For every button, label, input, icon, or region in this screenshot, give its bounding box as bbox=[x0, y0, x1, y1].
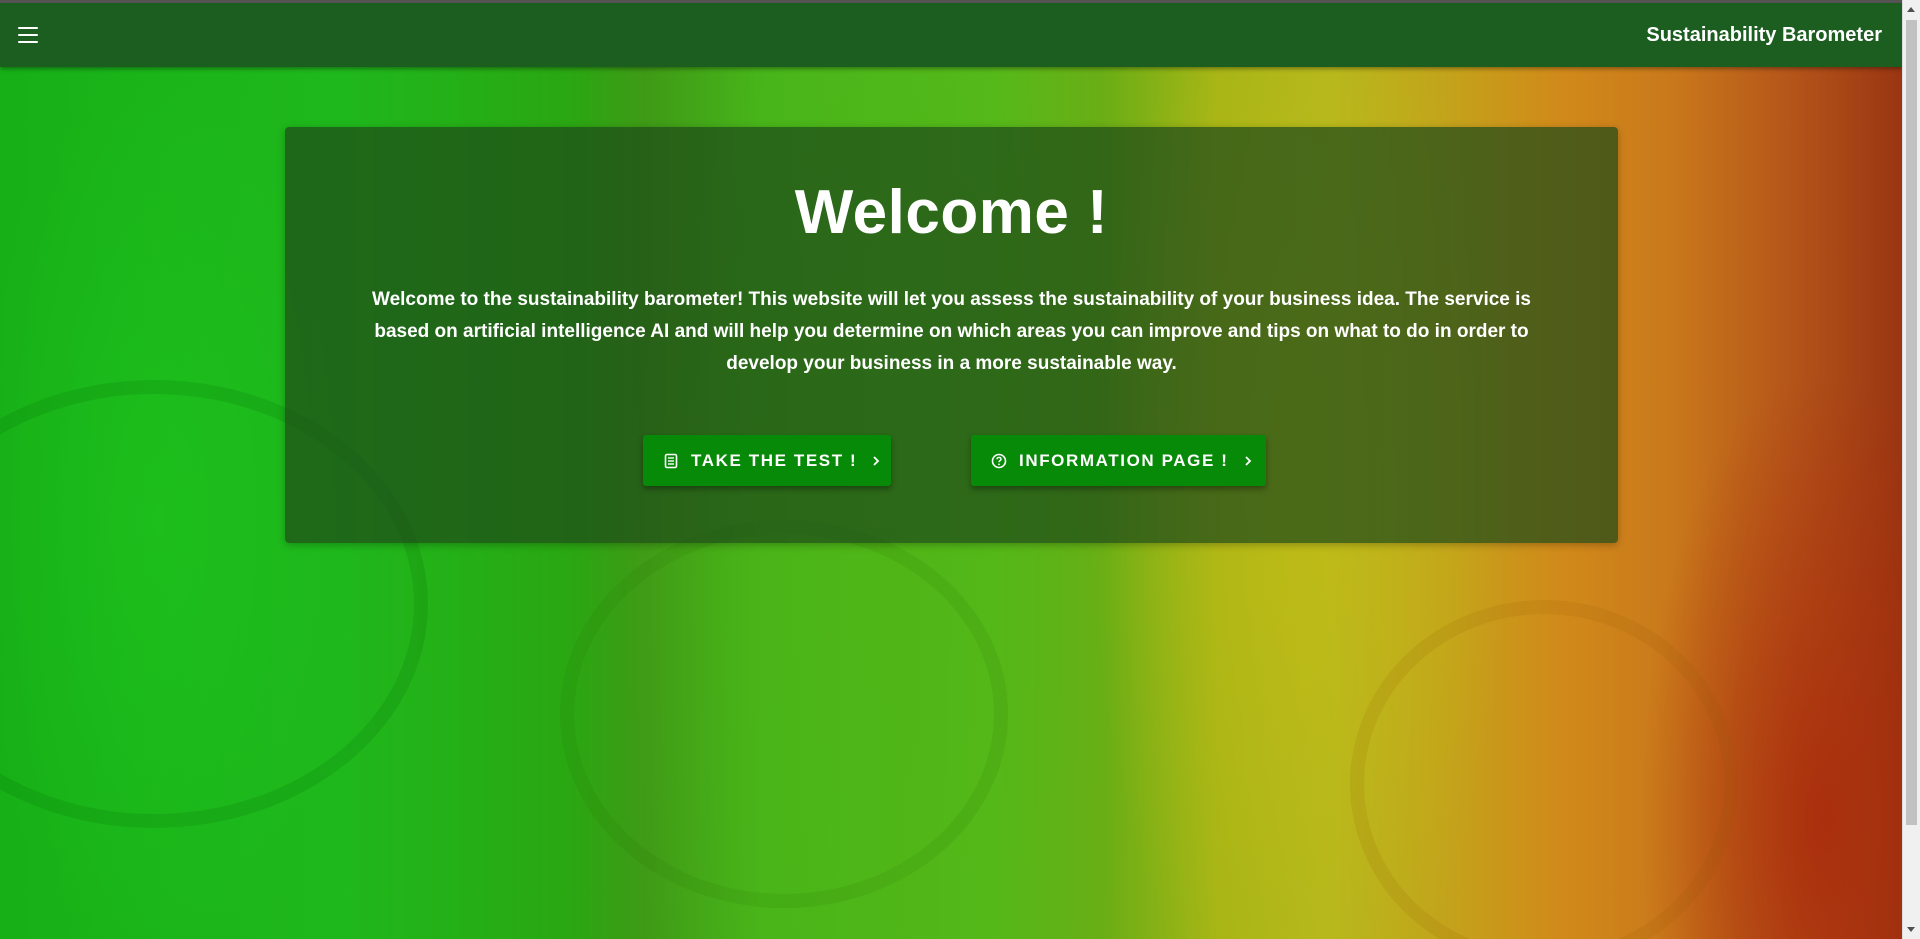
app-bar: Sustainability Barometer bbox=[0, 3, 1902, 67]
background-vein bbox=[560, 520, 1008, 908]
scroll-down-arrow-icon[interactable] bbox=[1907, 927, 1915, 932]
menu-icon[interactable] bbox=[18, 27, 38, 43]
take-test-label: TAKE THE TEST ! bbox=[691, 450, 858, 470]
vertical-scrollbar[interactable] bbox=[1902, 0, 1920, 939]
take-test-button[interactable]: TAKE THE TEST ! bbox=[643, 435, 891, 486]
scroll-up-arrow-icon[interactable] bbox=[1907, 7, 1915, 12]
information-page-button[interactable]: INFORMATION PAGE ! bbox=[971, 435, 1266, 486]
app-title: Sustainability Barometer bbox=[1646, 23, 1882, 46]
welcome-card: Welcome ! Welcome to the sustainability … bbox=[285, 127, 1618, 543]
welcome-description: Welcome to the sustainability barometer!… bbox=[371, 289, 1531, 374]
information-page-label: INFORMATION PAGE ! bbox=[1019, 450, 1229, 470]
scrollbar-thumb[interactable] bbox=[1906, 20, 1917, 825]
background-vein bbox=[1350, 600, 1738, 939]
welcome-heading: Welcome ! bbox=[794, 178, 1109, 247]
chevron-right-icon bbox=[871, 454, 881, 468]
page: Sustainability Barometer Welcome ! Welco… bbox=[0, 0, 1920, 939]
list-document-icon bbox=[663, 453, 679, 469]
chevron-right-icon bbox=[1243, 454, 1253, 468]
help-circle-icon bbox=[991, 453, 1007, 469]
